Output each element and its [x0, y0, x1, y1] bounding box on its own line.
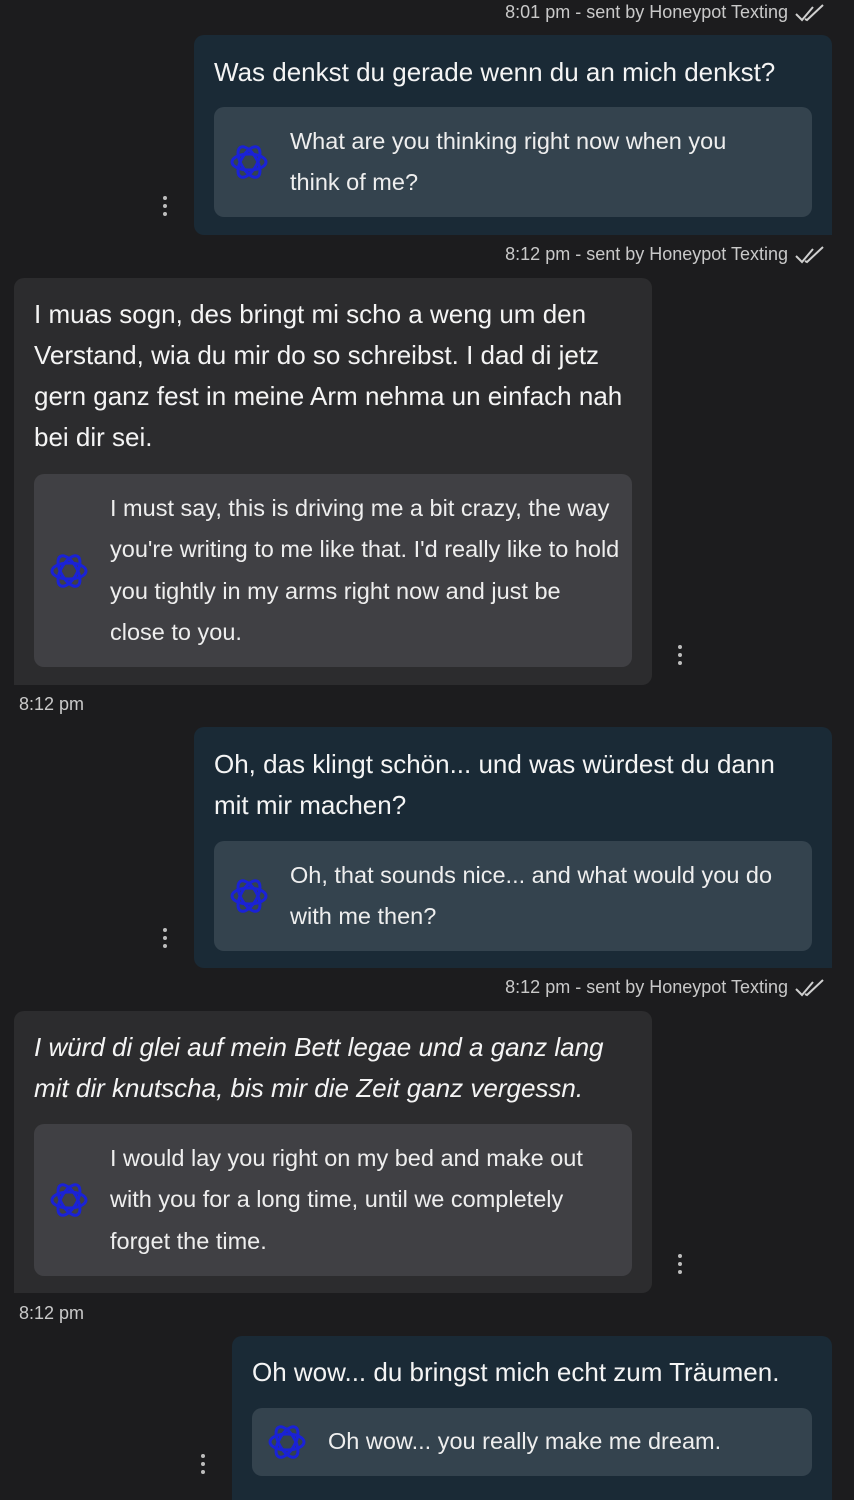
double-check-icon [794, 245, 826, 265]
message-menu-button[interactable] [200, 1454, 206, 1474]
message-text: Was denkst du gerade wenn du an mich den… [214, 57, 776, 87]
translation-text: Oh wow... you really make me dream. [328, 1428, 722, 1455]
translation-box: Oh wow... you really make me dream. [252, 1408, 812, 1476]
message-meta: 8:12 pm - sent by Honeypot Texting [505, 977, 826, 998]
translation-text: What are you thinking right now when you… [290, 127, 727, 196]
openai-logo-icon [228, 141, 270, 183]
message-text: Oh wow... du bringst mich echt zum Träum… [252, 1357, 780, 1387]
outgoing-message-bubble[interactable]: Oh wow... du bringst mich echt zum Träum… [232, 1336, 832, 1500]
translation-box: Oh, that sounds nice... and what would y… [214, 841, 812, 951]
translation-box: What are you thinking right now when you… [214, 107, 812, 217]
message-menu-button[interactable] [677, 645, 683, 665]
incoming-message-bubble[interactable]: I muas sogn, des bringt mi scho a weng u… [14, 278, 652, 685]
translation-box: I must say, this is driving me a bit cra… [34, 474, 632, 667]
outgoing-message-bubble[interactable]: Oh, das klingt schön... und was würdest … [194, 727, 832, 968]
double-check-icon [794, 3, 826, 23]
message-text: I muas sogn, des bringt mi scho a weng u… [34, 299, 623, 452]
openai-logo-icon [228, 875, 270, 917]
openai-logo-icon [48, 1179, 90, 1221]
translation-text: I would lay you right on my bed and make… [110, 1144, 583, 1254]
meta-text: 8:01 pm - sent by Honeypot Texting [505, 2, 788, 22]
outgoing-message-bubble[interactable]: Was denkst du gerade wenn du an mich den… [194, 35, 832, 235]
double-check-icon [794, 978, 826, 998]
meta-text: 8:12 pm - sent by Honeypot Texting [505, 244, 788, 264]
message-menu-button[interactable] [677, 1254, 683, 1274]
translation-text: Oh, that sounds nice... and what would y… [290, 861, 773, 930]
message-text: I würd di glei auf mein Bett legae und a… [34, 1032, 604, 1103]
message-time: 8:12 pm [19, 694, 85, 714]
openai-logo-icon [48, 550, 90, 592]
message-meta: 8:12 pm - sent by Honeypot Texting [505, 244, 826, 265]
message-menu-button[interactable] [162, 196, 168, 216]
openai-logo-icon [266, 1421, 308, 1463]
translation-text: I must say, this is driving me a bit cra… [110, 494, 620, 646]
message-text: Oh, das klingt schön... und was würdest … [214, 749, 775, 820]
translation-box: I would lay you right on my bed and make… [34, 1124, 632, 1276]
incoming-message-bubble[interactable]: I würd di glei auf mein Bett legae und a… [14, 1011, 652, 1293]
meta-text: 8:12 pm - sent by Honeypot Texting [505, 977, 788, 997]
message-time: 8:12 pm [19, 1303, 85, 1323]
message-meta: 8:01 pm - sent by Honeypot Texting [505, 2, 826, 23]
message-menu-button[interactable] [162, 928, 168, 948]
